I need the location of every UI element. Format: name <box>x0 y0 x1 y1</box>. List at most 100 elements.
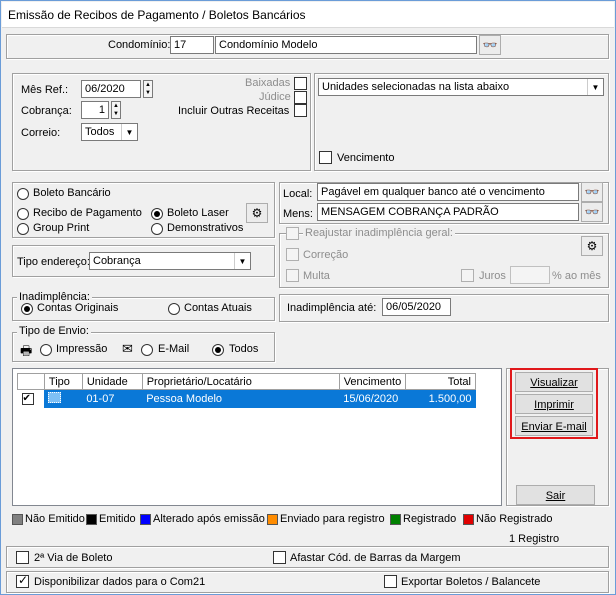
com21-label: Disponibilizar dados para o Com21 <box>34 576 206 588</box>
judice-label: Júdice <box>259 91 291 103</box>
segunda-via-checkbox[interactable] <box>16 551 29 564</box>
mens-field[interactable]: MENSAGEM COBRANÇA PADRÃO <box>317 203 579 221</box>
incluir-outras-label: Incluir Outras Receitas <box>178 105 290 117</box>
contas-originais-radio[interactable] <box>21 303 33 315</box>
inadimplencia-ate-field[interactable]: 06/05/2020 <box>382 298 451 316</box>
column-header-unidade[interactable]: Unidade <box>81 373 143 390</box>
boleto-laser-radio[interactable] <box>151 208 163 220</box>
legend-nao-emitido: Não Emitido <box>25 513 85 525</box>
column-header-total[interactable]: Total <box>405 373 476 390</box>
settings-icon[interactable]: ⚙ <box>246 203 268 223</box>
legend-alterado: Alterado após emissão <box>153 513 265 525</box>
condominio-name-field[interactable]: Condomínio Modelo <box>215 36 477 54</box>
legend-swatch-registrado <box>390 514 401 525</box>
row-tipo-cell <box>44 389 83 408</box>
tipo-endereco-label: Tipo endereço: <box>17 256 90 268</box>
highlight-box <box>510 368 598 439</box>
row-total-cell: 1.500,00 <box>405 389 476 408</box>
recibo-pagamento-radio[interactable] <box>17 208 29 220</box>
record-count: 1 Registro <box>509 533 560 545</box>
column-header-check <box>17 373 45 390</box>
todos-radio[interactable] <box>212 344 224 356</box>
segunda-via-label: 2ª Via de Boleto <box>34 552 113 564</box>
legend-registrado: Registrado <box>403 513 457 525</box>
correio-label: Correio: <box>21 127 61 139</box>
window-title: Emissão de Recibos de Pagamento / Boleto… <box>8 8 306 22</box>
vencimento-checkbox[interactable] <box>319 151 332 164</box>
unidades-value: Unidades selecionadas na lista abaixo <box>322 81 510 93</box>
legend-emitido: Emitido <box>99 513 136 525</box>
legend-swatch-nao-emitido <box>12 514 23 525</box>
tipo-endereco-value: Cobrança <box>93 255 141 267</box>
inadimplencia-ate-label: Inadimplência até: <box>287 302 377 314</box>
com21-checkbox[interactable]: ✓ <box>16 573 29 588</box>
afastar-label: Afastar Cód. de Barras da Margem <box>290 552 461 564</box>
title-bar: Emissão de Recibos de Pagamento / Boleto… <box>2 2 614 28</box>
vencimento-label: Vencimento <box>337 152 395 164</box>
exportar-label: Exportar Boletos / Balancete <box>401 576 541 588</box>
juros-unit-label: % ao mês <box>552 270 601 282</box>
mes-ref-label: Mês Ref.: <box>21 84 69 96</box>
group-print-radio[interactable] <box>17 223 29 235</box>
row-unidade-cell: 01-07 <box>82 389 143 408</box>
chevron-down-icon[interactable]: ▼ <box>121 124 137 140</box>
contas-originais-label: Contas Originais <box>37 302 119 314</box>
juros-checkbox[interactable] <box>461 269 474 282</box>
row-vencimento-cell: 15/06/2020 <box>339 389 406 408</box>
baixadas-checkbox[interactable] <box>294 77 307 90</box>
row-nome-cell: Pessoa Modelo <box>142 389 340 408</box>
contas-atuais-label: Contas Atuais <box>184 302 252 314</box>
mes-ref-spinner[interactable]: ▲ ▼ <box>143 80 153 98</box>
impressao-radio[interactable] <box>40 344 52 356</box>
table-row[interactable]: ✔ 01-07 Pessoa Modelo 15/06/2020 1.500,0… <box>17 389 476 408</box>
judice-checkbox[interactable] <box>294 91 307 104</box>
cobranca-spinner[interactable]: ▲ ▼ <box>111 101 121 119</box>
unidades-select[interactable]: Unidades selecionadas na lista abaixo ▼ <box>318 78 604 96</box>
correio-select[interactable]: Todos ▼ <box>81 123 138 141</box>
envio-group-label: Tipo de Envio: <box>17 325 91 337</box>
juros-label: Juros <box>479 270 506 282</box>
main-window: Emissão de Recibos de Pagamento / Boleto… <box>0 0 616 595</box>
multa-checkbox[interactable] <box>286 269 299 282</box>
local-field[interactable]: Pagável em qualquer banco até o vencimen… <box>317 183 579 201</box>
boleto-bancario-label: Boleto Bancário <box>33 187 111 199</box>
mens-label: Mens: <box>283 208 313 220</box>
column-header-tipo[interactable]: Tipo <box>43 373 83 390</box>
row-checkbox[interactable]: ✔ <box>21 393 34 406</box>
mes-ref-field[interactable]: 06/2020 <box>81 80 141 98</box>
binoculars-icon[interactable]: 👓 <box>479 35 501 55</box>
group-print-label: Group Print <box>33 222 90 234</box>
column-header-vencimento[interactable]: Vencimento <box>338 373 407 390</box>
column-header-proprietario[interactable]: Proprietário/Locatário <box>141 373 340 390</box>
email-radio[interactable] <box>141 344 153 356</box>
legend-swatch-enviado <box>267 514 278 525</box>
tipo-endereco-select[interactable]: Cobrança ▼ <box>89 252 251 270</box>
chevron-down-icon[interactable]: ▼ <box>234 253 250 269</box>
binoculars-icon[interactable]: 👓 <box>581 202 603 222</box>
chevron-down-icon[interactable]: ▼ <box>587 79 603 95</box>
sair-button[interactable]: Sair <box>516 485 595 505</box>
envelope-icon: ✉ <box>122 341 133 356</box>
afastar-checkbox[interactable] <box>273 551 286 564</box>
cobranca-field[interactable]: 1 <box>81 101 109 119</box>
cobranca-label: Cobrança: <box>21 105 72 117</box>
boleto-bancario-radio[interactable] <box>17 188 29 200</box>
juros-field[interactable] <box>510 266 550 284</box>
baixadas-label: Baixadas <box>245 77 291 89</box>
demonstrativos-radio[interactable] <box>151 223 163 235</box>
condominio-code-field[interactable]: 17 <box>170 36 214 54</box>
legend-swatch-alterado <box>140 514 151 525</box>
reajustar-label: Reajustar inadimplência geral: <box>303 227 455 239</box>
incluir-outras-checkbox[interactable] <box>294 104 307 117</box>
sair-label: Sair <box>545 490 566 502</box>
legend-swatch-emitido <box>86 514 97 525</box>
check-icon: ✓ <box>18 573 29 587</box>
settings-icon[interactable]: ⚙ <box>581 236 603 256</box>
legend-nao-registrado: Não Registrado <box>476 513 553 525</box>
contas-atuais-radio[interactable] <box>168 303 180 315</box>
exportar-checkbox[interactable] <box>384 575 397 588</box>
binoculars-icon[interactable]: 👓 <box>581 182 603 202</box>
reajustar-checkbox[interactable] <box>286 227 299 240</box>
correcao-checkbox[interactable] <box>286 248 299 261</box>
row-checkbox-cell[interactable]: ✔ <box>17 389 45 408</box>
